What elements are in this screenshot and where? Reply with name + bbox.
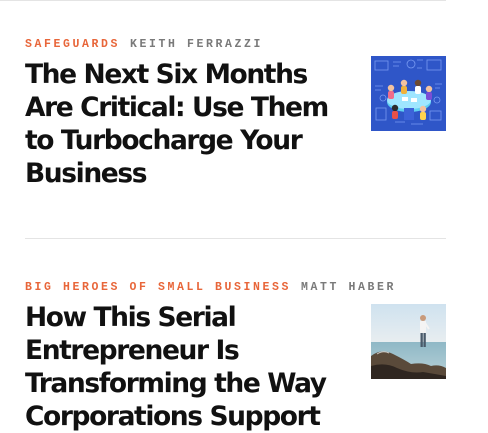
man-on-rocks-photo-icon[interactable]	[371, 304, 446, 379]
category-link[interactable]: SAFEGUARDS	[25, 38, 120, 51]
author-link[interactable]: MATT HABER	[301, 281, 396, 294]
article-divider	[25, 238, 446, 239]
article-headline[interactable]: The Next Six Months Are Critical: Use Th…	[25, 58, 335, 190]
article-meta: BIG HEROES OF SMALL BUSINESS MATT HABER	[25, 281, 446, 294]
category-link[interactable]: BIG HEROES OF SMALL BUSINESS	[25, 281, 291, 294]
top-divider	[0, 0, 446, 1]
article-headline[interactable]: How This Serial Entrepreneur Is Transfor…	[25, 301, 335, 433]
author-link[interactable]: KEITH FERRAZZI	[130, 38, 263, 51]
article-card-1: SAFEGUARDS KEITH FERRAZZI The Next Six M…	[25, 38, 446, 189]
article-meta: SAFEGUARDS KEITH FERRAZZI	[25, 38, 446, 51]
team-meeting-illustration-icon[interactable]	[371, 56, 446, 131]
article-card-2: BIG HEROES OF SMALL BUSINESS MATT HABER …	[25, 281, 446, 432]
